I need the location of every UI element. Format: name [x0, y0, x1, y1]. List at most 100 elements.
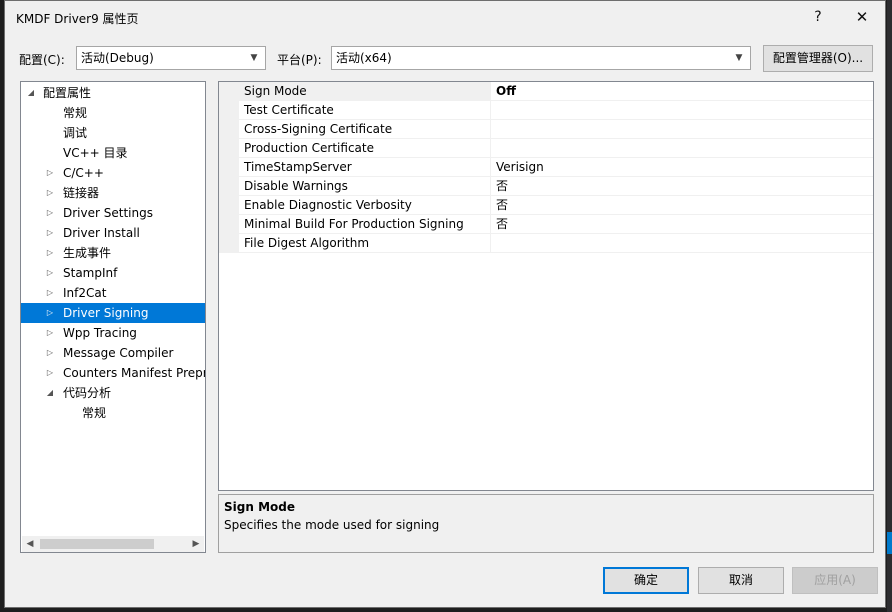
row-gutter	[219, 177, 239, 196]
property-value[interactable]: 否	[492, 196, 872, 215]
scroll-left-icon[interactable]: ◀	[22, 536, 38, 552]
tree-item[interactable]: ▷ Driver Install	[21, 223, 205, 243]
property-row[interactable]: Production Certificate	[219, 139, 873, 158]
property-value[interactable]	[492, 139, 872, 158]
property-name: Enable Diagnostic Verbosity	[239, 196, 491, 215]
property-name: Disable Warnings	[239, 177, 491, 196]
collapse-toggle-icon[interactable]: ◢	[25, 83, 37, 103]
expand-toggle-icon[interactable]: ▷	[44, 303, 56, 323]
property-name: File Digest Algorithm	[239, 234, 491, 253]
expand-toggle-icon[interactable]: ▷	[44, 223, 56, 243]
collapse-toggle-icon[interactable]: ◢	[44, 383, 56, 403]
tree-item-label: 常规	[63, 106, 88, 120]
property-row[interactable]: Test Certificate	[219, 101, 873, 120]
property-pages-dialog: KMDF Driver9 属性页 ? ✕ 配置(C): 活动(Debug) ▼ …	[4, 0, 886, 608]
tree-item-label: 常规	[82, 406, 107, 420]
tree-item-label: Message Compiler	[63, 346, 174, 360]
row-gutter	[219, 215, 239, 234]
tree-item-label: Inf2Cat	[63, 286, 107, 300]
tree-item-label: Driver Signing	[63, 306, 149, 320]
tree-item-label: 生成事件	[63, 246, 112, 260]
row-gutter	[219, 120, 239, 139]
tree-item-label: Driver Settings	[63, 206, 153, 220]
tree-horizontal-scrollbar[interactable]: ◀ ▶	[22, 536, 204, 552]
property-row[interactable]: File Digest Algorithm	[219, 234, 873, 253]
property-row[interactable]: Minimal Build For Production Signing 否	[219, 215, 873, 234]
property-row[interactable]: TimeStampServer Verisign	[219, 158, 873, 177]
tree-item-label: 代码分析	[63, 386, 112, 400]
tree-item[interactable]: ▷ Driver Signing	[21, 303, 205, 323]
property-value[interactable]	[492, 101, 872, 120]
expand-toggle-icon[interactable]: ▷	[44, 263, 56, 283]
expand-toggle-icon[interactable]: ▷	[44, 323, 56, 343]
tree-item[interactable]: ▷ Counters Manifest Prepr	[21, 363, 205, 383]
ok-button[interactable]: 确定	[603, 567, 689, 594]
tree-item-label: 链接器	[63, 186, 100, 200]
property-value[interactable]: 否	[492, 215, 872, 234]
scroll-thumb[interactable]	[40, 539, 154, 549]
property-row[interactable]: Enable Diagnostic Verbosity 否	[219, 196, 873, 215]
tree-item[interactable]: 常规	[21, 103, 205, 123]
description-text: Specifies the mode used for signing	[224, 518, 440, 532]
configuration-dropdown[interactable]: 活动(Debug) ▼	[76, 46, 266, 70]
tree-item[interactable]: 调试	[21, 123, 205, 143]
property-row[interactable]: Disable Warnings 否	[219, 177, 873, 196]
expand-toggle-icon[interactable]: ▷	[44, 163, 56, 183]
window-title: KMDF Driver9 属性页	[16, 12, 139, 26]
property-name: Production Certificate	[239, 139, 491, 158]
expand-toggle-icon[interactable]: ▷	[44, 283, 56, 303]
tree-item-label: Driver Install	[63, 226, 140, 240]
property-value[interactable]: Verisign	[492, 158, 872, 177]
cancel-button[interactable]: 取消	[698, 567, 784, 594]
property-row[interactable]: Sign Mode Off	[219, 82, 873, 101]
property-name: Test Certificate	[239, 101, 491, 120]
expand-toggle-icon[interactable]: ▷	[44, 183, 56, 203]
row-gutter	[219, 101, 239, 120]
property-tree: ◢ 配置属性 常规 调试 VC++ 目录 ▷ C/C++ ▷ 链接器 ▷ Driver Settin…	[20, 81, 206, 553]
platform-label: 平台(P):	[277, 53, 322, 67]
close-button[interactable]: ✕	[845, 5, 879, 29]
tree-item-label: 配置属性	[43, 86, 92, 100]
tree-item[interactable]: 常规	[21, 403, 205, 423]
property-value[interactable]	[492, 234, 872, 253]
row-gutter	[219, 139, 239, 158]
description-panel: Sign Mode Specifies the mode used for si…	[218, 494, 874, 553]
tree-item-label: C/C++	[63, 166, 104, 180]
tree-item[interactable]: ▷ 生成事件	[21, 243, 205, 263]
expand-toggle-icon[interactable]: ▷	[44, 203, 56, 223]
expand-toggle-icon[interactable]: ▷	[44, 363, 56, 383]
tree-item[interactable]: ▷ Driver Settings	[21, 203, 205, 223]
apply-button[interactable]: 应用(A)	[792, 567, 878, 594]
row-gutter	[219, 82, 239, 101]
property-grid: Sign Mode Off Test Certificate Cross-Signin…	[218, 81, 874, 491]
platform-value: 活动(x64)	[336, 51, 392, 65]
tree-item[interactable]: ◢ 代码分析	[21, 383, 205, 403]
tree-item-label: StampInf	[63, 266, 118, 280]
help-button[interactable]: ?	[801, 5, 835, 29]
tree-item[interactable]: ▷ Message Compiler	[21, 343, 205, 363]
tree-item[interactable]: ◢ 配置属性	[21, 83, 205, 103]
background-editor-edge	[887, 0, 892, 612]
platform-dropdown[interactable]: 活动(x64) ▼	[331, 46, 751, 70]
row-gutter	[219, 196, 239, 215]
expand-toggle-icon[interactable]: ▷	[44, 343, 56, 363]
tree-item-label: Counters Manifest Prepr	[63, 366, 205, 380]
expand-toggle-icon[interactable]: ▷	[44, 243, 56, 263]
tree-item-label: VC++ 目录	[63, 146, 128, 160]
configuration-manager-button[interactable]: 配置管理器(O)...	[763, 45, 873, 72]
tree-item[interactable]: ▷ Inf2Cat	[21, 283, 205, 303]
tree-item[interactable]: ▷ Wpp Tracing	[21, 323, 205, 343]
property-name: Minimal Build For Production Signing	[239, 215, 491, 234]
tree-item[interactable]: VC++ 目录	[21, 143, 205, 163]
row-gutter	[219, 234, 239, 253]
tree-item[interactable]: ▷ C/C++	[21, 163, 205, 183]
tree-item[interactable]: ▷ StampInf	[21, 263, 205, 283]
property-value[interactable]	[492, 120, 872, 139]
status-bar-fragment	[887, 532, 892, 554]
property-row[interactable]: Cross-Signing Certificate	[219, 120, 873, 139]
property-value[interactable]: 否	[492, 177, 872, 196]
tree-item[interactable]: ▷ 链接器	[21, 183, 205, 203]
property-value[interactable]: Off	[492, 82, 872, 101]
property-name: TimeStampServer	[239, 158, 491, 177]
scroll-right-icon[interactable]: ▶	[188, 536, 204, 552]
